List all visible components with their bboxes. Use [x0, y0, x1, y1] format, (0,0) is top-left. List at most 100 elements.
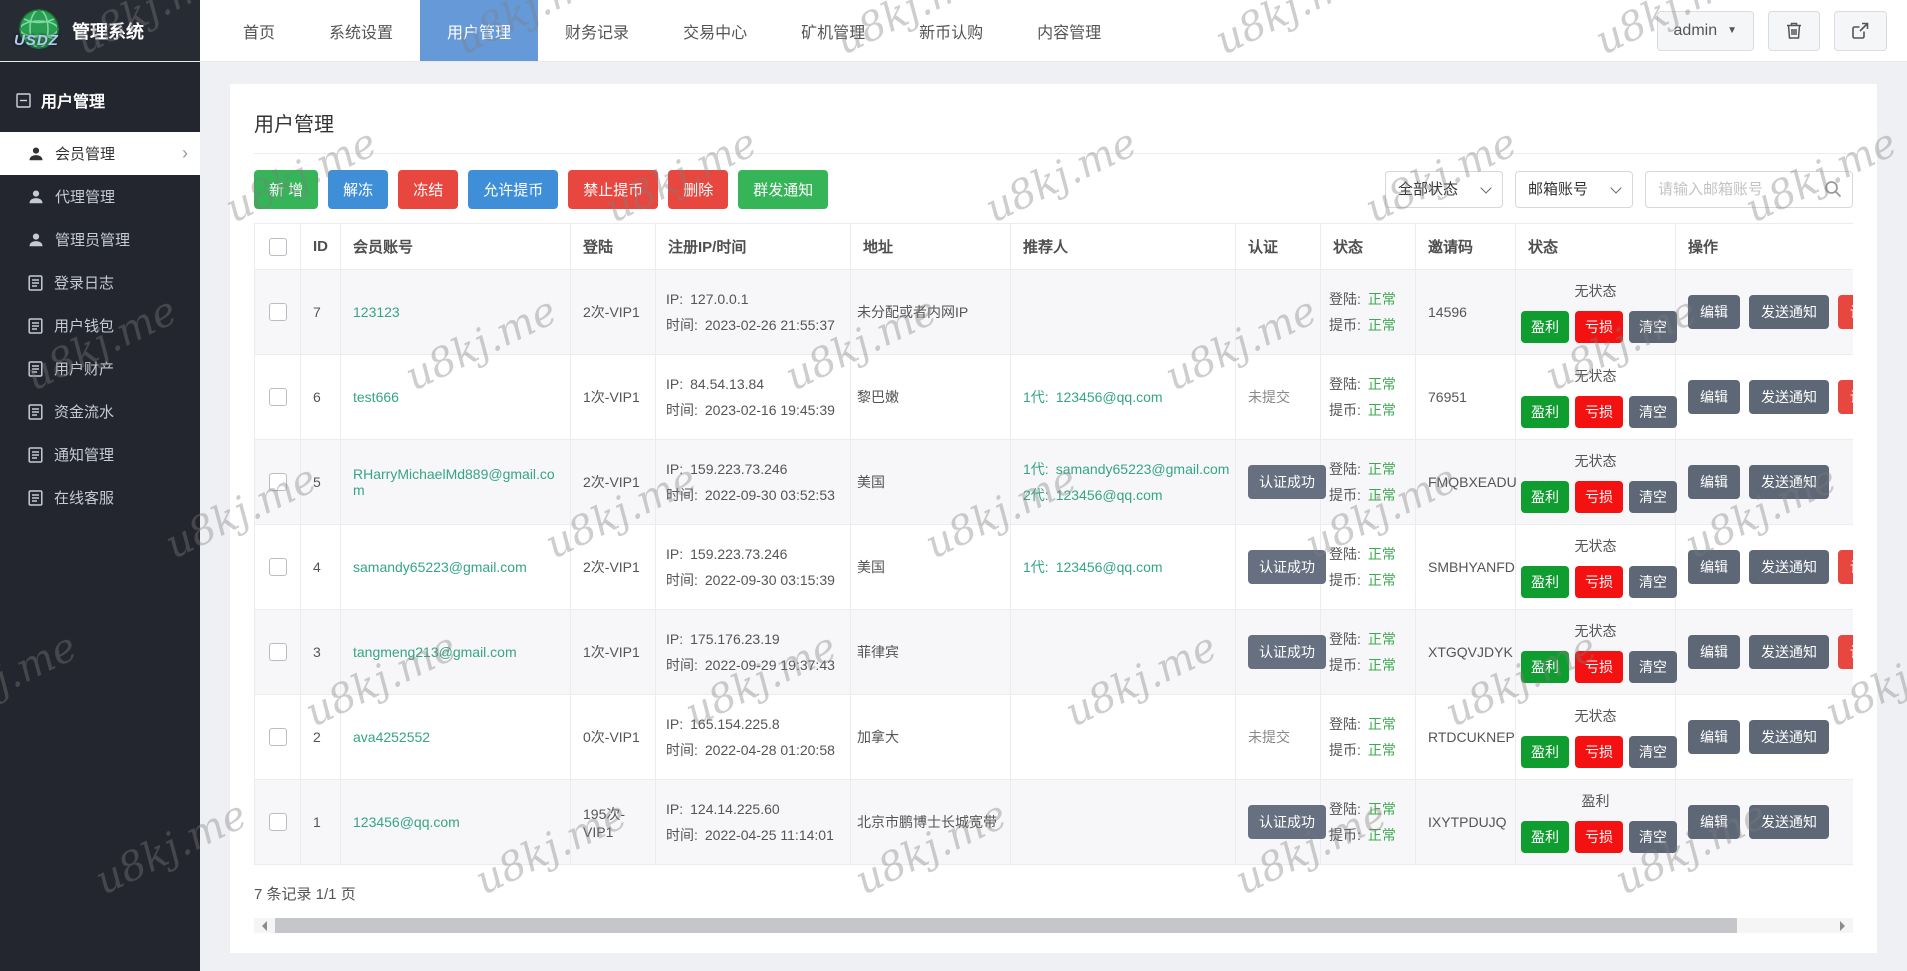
- cell-login-count: 0次-VIP1: [571, 695, 656, 780]
- send-notify-button[interactable]: 发送通知: [1749, 805, 1829, 839]
- toolbar-button[interactable]: 新 增: [254, 170, 318, 209]
- edit-button[interactable]: 编辑: [1688, 805, 1740, 839]
- profit-button[interactable]: 盈利: [1521, 821, 1569, 853]
- sidebar-item[interactable]: 通知管理: [0, 433, 200, 476]
- nav-tab[interactable]: 财务记录: [538, 0, 656, 61]
- row-checkbox[interactable]: [269, 813, 287, 831]
- send-notify-button[interactable]: 发送通知: [1749, 465, 1829, 499]
- account-link[interactable]: RHarryMichaelMd889@gmail.com: [353, 466, 555, 498]
- clear-button[interactable]: 清空: [1629, 736, 1677, 768]
- edit-button[interactable]: 编辑: [1688, 550, 1740, 584]
- profit-button[interactable]: 盈利: [1521, 736, 1569, 768]
- nav-tab[interactable]: 交易中心: [656, 0, 774, 61]
- loss-button[interactable]: 亏损: [1575, 651, 1623, 683]
- edit-button[interactable]: 编辑: [1688, 295, 1740, 329]
- cell-operations: 编辑发送通知: [1676, 695, 1854, 780]
- loss-button[interactable]: 亏损: [1575, 396, 1623, 428]
- send-notify-button[interactable]: 发送通知: [1749, 550, 1829, 584]
- nav-tab[interactable]: 首页: [216, 0, 302, 61]
- status-select[interactable]: 全部状态: [1385, 171, 1503, 208]
- nav-tab[interactable]: 内容管理: [1010, 0, 1128, 61]
- cell-operations: 编辑发送通知设为代理: [1676, 610, 1854, 695]
- loss-button[interactable]: 亏损: [1575, 821, 1623, 853]
- account-link[interactable]: ava4252552: [353, 729, 430, 745]
- set-agent-button[interactable]: 设为代理: [1838, 550, 1853, 584]
- row-checkbox[interactable]: [269, 303, 287, 321]
- sidebar-item[interactable]: 管理员管理: [0, 218, 200, 261]
- login-status-value: 正常: [1368, 631, 1396, 647]
- sidebar-item[interactable]: 会员管理›: [0, 132, 200, 175]
- edit-button[interactable]: 编辑: [1688, 465, 1740, 499]
- scroll-right-arrow[interactable]: [1840, 921, 1850, 931]
- account-link[interactable]: 123123: [353, 304, 400, 320]
- toolbar-button[interactable]: 解冻: [328, 170, 388, 209]
- field-select[interactable]: 邮箱账号: [1515, 171, 1633, 208]
- loss-button[interactable]: 亏损: [1575, 736, 1623, 768]
- send-notify-button[interactable]: 发送通知: [1749, 295, 1829, 329]
- sidebar-item[interactable]: 资金流水: [0, 390, 200, 433]
- profit-button[interactable]: 盈利: [1521, 311, 1569, 343]
- profit-button[interactable]: 盈利: [1521, 396, 1569, 428]
- edit-button[interactable]: 编辑: [1688, 720, 1740, 754]
- send-notify-button[interactable]: 发送通知: [1749, 380, 1829, 414]
- row-checkbox[interactable]: [269, 558, 287, 576]
- profit-button[interactable]: 盈利: [1521, 481, 1569, 513]
- sidebar-item[interactable]: 在线客服: [0, 476, 200, 519]
- sidebar-item[interactable]: 代理管理: [0, 175, 200, 218]
- toolbar-button[interactable]: 群发通知: [738, 170, 828, 209]
- send-notify-button[interactable]: 发送通知: [1749, 720, 1829, 754]
- logout-icon: [1851, 21, 1870, 40]
- set-agent-button[interactable]: 设为代理: [1838, 635, 1853, 669]
- row-checkbox[interactable]: [269, 643, 287, 661]
- clear-button[interactable]: 清空: [1629, 566, 1677, 598]
- toolbar-button[interactable]: 删除: [668, 170, 728, 209]
- clear-button[interactable]: 清空: [1629, 311, 1677, 343]
- logout-button[interactable]: [1834, 11, 1887, 51]
- account-link[interactable]: samandy65223@gmail.com: [353, 559, 527, 575]
- row-checkbox[interactable]: [269, 388, 287, 406]
- nav-tab[interactable]: 用户管理: [420, 0, 538, 61]
- loss-button[interactable]: 亏损: [1575, 566, 1623, 598]
- logo-globe-icon: USDZ: [12, 6, 70, 56]
- toolbar-button[interactable]: 允许提币: [468, 170, 558, 209]
- clear-button[interactable]: 清空: [1629, 821, 1677, 853]
- set-agent-button[interactable]: 设为代理: [1838, 380, 1853, 414]
- admin-dropdown[interactable]: admin ▼: [1657, 11, 1754, 51]
- sidebar-section-header[interactable]: 用户管理: [0, 62, 200, 132]
- set-agent-button[interactable]: 设为代理: [1838, 295, 1853, 329]
- send-notify-button[interactable]: 发送通知: [1749, 635, 1829, 669]
- nav-tab[interactable]: 矿机管理: [774, 0, 892, 61]
- profit-button[interactable]: 盈利: [1521, 651, 1569, 683]
- nav-tab[interactable]: 系统设置: [302, 0, 420, 61]
- scroll-left-arrow[interactable]: [257, 921, 267, 931]
- loss-button[interactable]: 亏损: [1575, 481, 1623, 513]
- toolbar-button[interactable]: 禁止提币: [568, 170, 658, 209]
- sidebar-item[interactable]: 登录日志: [0, 261, 200, 304]
- row-checkbox[interactable]: [269, 728, 287, 746]
- edit-button[interactable]: 编辑: [1688, 635, 1740, 669]
- account-link[interactable]: tangmeng213@gmail.com: [353, 644, 517, 660]
- sidebar-item[interactable]: 用户财产: [0, 347, 200, 390]
- account-link[interactable]: test666: [353, 389, 399, 405]
- select-all-checkbox[interactable]: [269, 238, 287, 256]
- search-input[interactable]: [1645, 171, 1853, 208]
- scrollbar-thumb[interactable]: [275, 918, 1737, 933]
- toolbar-button[interactable]: 冻结: [398, 170, 458, 209]
- sidebar-item[interactable]: 用户钱包: [0, 304, 200, 347]
- row-checkbox[interactable]: [269, 473, 287, 491]
- user-table: ID会员账号登陆注册IP/时间地址推荐人认证状态邀请码状态操作 71231232…: [254, 223, 1853, 865]
- login-status-label: 登陆:: [1329, 376, 1361, 392]
- ip-value: 124.14.225.60: [690, 801, 780, 817]
- clear-button[interactable]: 清空: [1629, 396, 1677, 428]
- account-link[interactable]: 123456@qq.com: [353, 814, 460, 830]
- clear-button[interactable]: 清空: [1629, 481, 1677, 513]
- loss-button[interactable]: 亏损: [1575, 311, 1623, 343]
- cell-status: 登陆:正常提币:正常: [1321, 355, 1416, 440]
- nav-tab[interactable]: 新币认购: [892, 0, 1010, 61]
- profit-button[interactable]: 盈利: [1521, 566, 1569, 598]
- clear-button[interactable]: 清空: [1629, 651, 1677, 683]
- edit-button[interactable]: 编辑: [1688, 380, 1740, 414]
- trash-button[interactable]: [1768, 11, 1820, 51]
- time-value: 2022-09-29 19:37:43: [705, 657, 835, 673]
- time-value: 2022-04-25 11:14:01: [705, 827, 834, 843]
